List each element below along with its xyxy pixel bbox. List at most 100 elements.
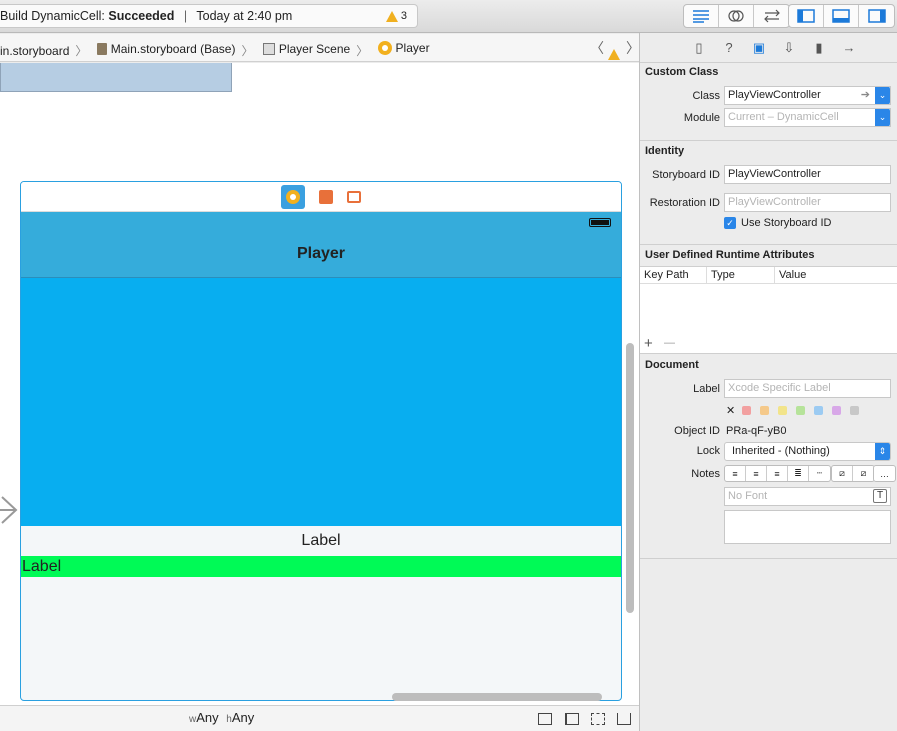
warning-count: 3 xyxy=(400,10,407,22)
align-icon[interactable] xyxy=(565,713,579,725)
previous-scene[interactable] xyxy=(0,63,232,92)
align-justify-icon[interactable]: ≣ xyxy=(788,466,809,481)
bottom-panel-icon xyxy=(832,9,850,23)
storyboard-canvas[interactable]: Player Label Label xyxy=(0,63,639,705)
view-toggle-group xyxy=(788,4,895,28)
lock-dropdown-button[interactable]: ⇕ xyxy=(875,443,890,460)
swatch-purple[interactable] xyxy=(832,406,842,415)
swatch-orange[interactable] xyxy=(760,406,770,415)
module-placeholder: Current – DynamicCell xyxy=(728,111,839,123)
runtime-attributes-table[interactable]: Key Path Type Value + — xyxy=(640,266,897,354)
col-key-path[interactable]: Key Path xyxy=(640,267,707,283)
view-controller-icon xyxy=(377,41,392,55)
size-inspector-icon[interactable]: ▮ xyxy=(804,37,834,59)
object-id-label: Object ID xyxy=(674,425,720,437)
attributes-inspector-icon[interactable]: ⇩ xyxy=(774,37,804,59)
module-field[interactable]: Current – DynamicCell ⌄ xyxy=(724,108,891,127)
use-storyboard-id-checkbox[interactable]: ✓ Use Storyboard ID xyxy=(724,217,831,229)
center-label[interactable]: Label xyxy=(21,526,621,556)
issue-warning-icon[interactable] xyxy=(608,42,620,61)
breadcrumb-storyboard-file[interactable]: in.storyboard xyxy=(0,37,70,61)
scene-dock xyxy=(21,182,621,212)
swatch-green[interactable] xyxy=(796,406,806,415)
warning-indicator[interactable]: 3 xyxy=(385,5,407,27)
align-natural-icon[interactable]: ┄ xyxy=(809,466,830,481)
doc-label-field[interactable]: Xcode Specific Label xyxy=(724,379,891,398)
col-value[interactable]: Value xyxy=(775,267,897,283)
build-status-result: Succeeded xyxy=(108,9,175,23)
class-value: PlayViewController xyxy=(728,89,821,101)
size-class-button[interactable]: wAny hAny xyxy=(189,710,254,725)
assistant-editor-button[interactable] xyxy=(719,5,754,27)
standard-editor-icon xyxy=(693,10,709,23)
right-panel-icon xyxy=(867,9,886,23)
navigation-bar[interactable]: Player xyxy=(21,212,621,278)
first-responder-icon[interactable] xyxy=(319,189,333,204)
vertical-scrollbar[interactable] xyxy=(626,343,634,613)
version-editor-button[interactable] xyxy=(754,5,789,27)
align-center-icon[interactable]: ≡ xyxy=(746,466,767,481)
object-id-value: PRa-qF-yB0 xyxy=(726,425,787,437)
inspector-tabs: ▯ ? ▣ ⇩ ▮ → xyxy=(640,33,897,63)
lock-popup[interactable]: Inherited - (Nothing) ⇕ xyxy=(724,442,891,461)
restoration-id-field[interactable]: PlayViewController xyxy=(724,193,891,212)
checkmark-icon: ✓ xyxy=(724,217,736,229)
toggle-utilities-button[interactable] xyxy=(859,5,894,27)
class-label: Class xyxy=(692,90,720,102)
background-color-icon[interactable]: ⧄ xyxy=(853,466,874,481)
left-panel-icon xyxy=(797,9,815,23)
align-right-icon[interactable]: ≡ xyxy=(767,466,788,481)
clear-color-icon[interactable]: ✕ xyxy=(726,404,735,417)
font-placeholder: No Font xyxy=(728,490,768,502)
module-label: Module xyxy=(683,112,720,124)
storyboard-id-field[interactable]: PlayViewController xyxy=(724,165,891,184)
align-left-icon[interactable]: ≡ xyxy=(725,466,746,481)
remove-attribute-button[interactable]: — xyxy=(664,337,675,349)
assistant-editor-icon xyxy=(728,10,744,22)
breadcrumb-storyboard-base[interactable]: Main.storyboard (Base) xyxy=(96,35,235,61)
next-issue-button[interactable]: 〉 xyxy=(626,34,639,61)
class-dropdown-button[interactable]: ⌄ xyxy=(875,87,890,104)
font-picker-icon[interactable]: T xyxy=(873,489,887,503)
content-view[interactable] xyxy=(21,278,621,526)
green-label[interactable]: Label xyxy=(21,556,621,577)
horizontal-scrollbar[interactable] xyxy=(392,693,602,701)
previous-issue-button[interactable]: 〈 xyxy=(590,34,604,61)
breadcrumb-scene[interactable]: Player Scene xyxy=(262,35,350,61)
breadcrumb-view-controller[interactable]: Player xyxy=(377,34,430,61)
swatch-red[interactable] xyxy=(742,406,752,415)
divider xyxy=(640,558,897,559)
font-field[interactable]: No Font T xyxy=(724,487,891,506)
swatch-yellow[interactable] xyxy=(778,406,788,415)
notes-more-control: … xyxy=(873,465,896,482)
breadcrumb-label: in.storyboard xyxy=(0,44,70,58)
use-storyboard-id-label: Use Storyboard ID xyxy=(741,217,832,229)
swatch-gray[interactable] xyxy=(850,406,860,415)
class-field[interactable]: PlayViewController ➔ ⌄ xyxy=(724,86,891,105)
pin-icon[interactable] xyxy=(591,713,605,725)
quick-help-icon[interactable]: ? xyxy=(714,37,744,59)
embed-in-stack-icon[interactable] xyxy=(538,713,552,725)
entry-point-arrow-icon xyxy=(0,496,18,524)
notes-textarea[interactable] xyxy=(724,510,891,544)
status-separator: | xyxy=(183,9,188,23)
swatch-blue[interactable] xyxy=(814,406,824,415)
connections-inspector-icon[interactable]: → xyxy=(834,37,864,59)
toggle-navigator-button[interactable] xyxy=(789,5,824,27)
player-scene[interactable]: Player Label Label xyxy=(20,181,622,701)
jump-bar: in.storyboard 〉 Main.storyboard (Base) 〉 P… xyxy=(0,34,639,62)
module-dropdown-button[interactable]: ⌄ xyxy=(875,109,890,126)
go-to-class-icon[interactable]: ➔ xyxy=(861,87,870,104)
col-type[interactable]: Type xyxy=(707,267,775,283)
toggle-debug-area-button[interactable] xyxy=(824,5,859,27)
exit-icon[interactable] xyxy=(347,190,361,203)
resolve-issues-icon[interactable] xyxy=(617,713,631,725)
file-inspector-icon[interactable]: ▯ xyxy=(684,37,714,59)
text-color-icon[interactable]: ⧄ xyxy=(832,466,853,481)
add-attribute-button[interactable]: + xyxy=(644,335,653,352)
chevron-right-icon: 〉 xyxy=(356,44,369,58)
identity-inspector-icon[interactable]: ▣ xyxy=(744,37,774,59)
more-options-button[interactable]: … xyxy=(874,466,895,481)
standard-editor-button[interactable] xyxy=(684,5,719,27)
dock-view-controller-icon[interactable] xyxy=(281,184,305,209)
